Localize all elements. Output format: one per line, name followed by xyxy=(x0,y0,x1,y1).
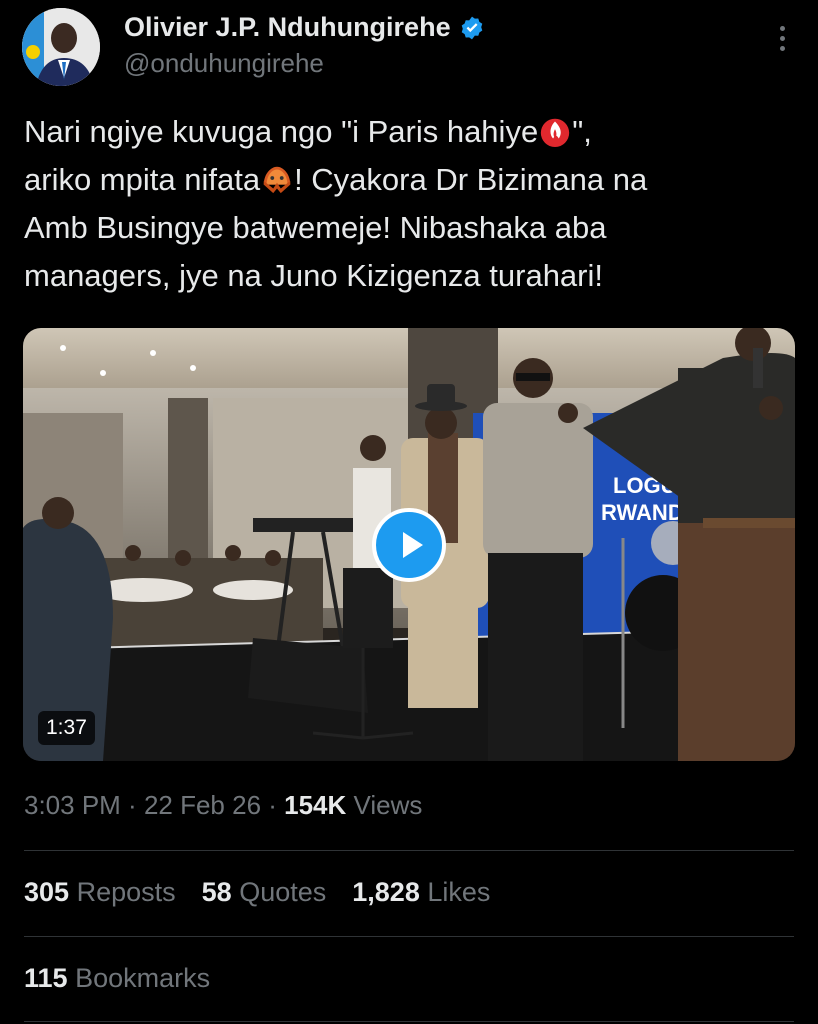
quotes-count: 58 xyxy=(201,877,232,907)
tweet-line-2b: ! Cyakora Dr Bizimana na xyxy=(294,162,648,197)
tweet-meta: 3:03 PM · 22 Feb 26 · 154K Views xyxy=(24,790,422,821)
mouth-covered-emoji-icon xyxy=(263,166,291,194)
avatar[interactable] xyxy=(22,8,100,86)
tweet-line-1b: ", xyxy=(572,114,592,149)
author-display-name[interactable]: Olivier J.P. Nduhungirehe xyxy=(124,12,451,43)
bookmarks-stat[interactable]: 115 Bookmarks xyxy=(24,963,210,994)
reposts-count: 305 xyxy=(24,877,70,907)
meta-separator: · xyxy=(261,790,285,820)
bookmarks-label: Bookmarks xyxy=(75,963,211,993)
quotes-stat[interactable]: 58 Quotes xyxy=(202,877,327,908)
tweet-date[interactable]: 22 Feb 26 xyxy=(144,790,261,820)
avatar-image xyxy=(22,8,100,86)
views-count: 154K xyxy=(284,790,347,820)
likes-label: Likes xyxy=(427,877,491,907)
divider xyxy=(24,1021,794,1022)
divider xyxy=(24,936,794,937)
video-duration-badge: 1:37 xyxy=(38,711,95,745)
tweet-text: Nari ngiye kuvuga ngo "i Paris hahiye ", … xyxy=(24,108,794,300)
likes-count: 1,828 xyxy=(352,877,420,907)
author-name-row[interactable]: Olivier J.P. Nduhungirehe xyxy=(124,12,485,43)
likes-stat[interactable]: 1,828 Likes xyxy=(352,877,490,908)
tweet-line-4: managers, jye na Juno Kizigenza turahari… xyxy=(24,258,603,293)
engagement-stats: 305 Reposts 58 Quotes 1,828 Likes xyxy=(24,877,490,908)
fire-emoji-icon xyxy=(541,118,570,148)
tweet-line-2a: ariko mpita nifata xyxy=(24,162,261,197)
tweet-line-1a: Nari ngiye kuvuga ngo "i Paris hahiye xyxy=(24,114,539,149)
tweet-line-3: Amb Busingye batwemeje! Nibashaka aba xyxy=(24,210,607,245)
tweet-time[interactable]: 3:03 PM xyxy=(24,790,121,820)
meta-separator: · xyxy=(120,790,144,820)
more-options-icon[interactable] xyxy=(780,26,788,56)
reposts-stat[interactable]: 305 Reposts xyxy=(24,877,176,908)
views-label: Views xyxy=(346,790,423,820)
play-button[interactable] xyxy=(372,508,446,582)
author-handle[interactable]: @onduhungirehe xyxy=(124,48,324,79)
reposts-label: Reposts xyxy=(76,877,176,907)
divider xyxy=(24,850,794,851)
quotes-label: Quotes xyxy=(239,877,327,907)
verified-badge-icon[interactable] xyxy=(459,15,485,41)
bookmarks-count: 115 xyxy=(24,963,68,993)
play-icon[interactable] xyxy=(376,512,442,578)
